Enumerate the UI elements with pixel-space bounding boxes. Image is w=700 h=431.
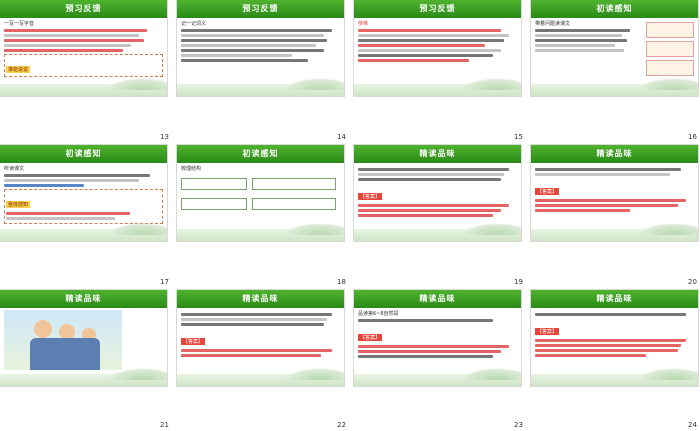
slide-footer (531, 78, 698, 96)
slide-content: 【答案】 (535, 166, 694, 227)
slide-title: 初读感知 (65, 149, 102, 158)
slide-thumbnail[interactable]: 精读品味 【答案】 (177, 290, 344, 386)
slide-footer (354, 78, 521, 96)
slide-thumbnail[interactable]: 预习反馈 记一记词义 (177, 0, 344, 96)
slide-thumbnail[interactable]: 预习反馈 恭维 (354, 0, 521, 96)
slide-content: 【答案】 (181, 311, 340, 372)
slide-number: 24 (688, 421, 697, 429)
answer-tag: 【答案】 (358, 193, 383, 200)
slide-content: 【答案】 (535, 311, 694, 372)
slide-thumbnail[interactable]: 精读品味 品读第6~8自然段 【答案】 (354, 290, 521, 386)
slide-header: 预习反馈 (354, 0, 521, 18)
slide-thumbnail[interactable]: 精读品味 【答案】 (531, 290, 698, 386)
slide-footer (354, 223, 521, 241)
slide-footer (177, 78, 344, 96)
slide-thumbnail[interactable]: 初读感知 听读课文 整体感知 (0, 145, 167, 241)
slide-heading: 恭维 (358, 21, 369, 27)
slide-thumbnail[interactable]: 精读品味 (0, 290, 167, 386)
answer-tag: 【答案】 (358, 334, 383, 341)
slide-footer (354, 368, 521, 386)
slide-number: 16 (688, 133, 697, 141)
slide-heading: 梳理结构 (181, 166, 202, 172)
slide-number: 18 (337, 278, 346, 286)
slide-number: 17 (160, 278, 169, 286)
slide-thumbnail[interactable]: 精读品味 【答案】 (531, 145, 698, 241)
slide-note: 谁能说说 (6, 66, 31, 73)
slide-title: 初读感知 (596, 4, 633, 13)
slide-footer (0, 223, 167, 241)
slide-cards (646, 22, 694, 79)
slide-heading: 记一记词义 (181, 21, 207, 27)
slide-thumbnail[interactable]: 初读感知 梳理结构 (177, 145, 344, 241)
slide-content: 品读第6~8自然段 【答案】 (358, 311, 517, 372)
slide-footer (531, 368, 698, 386)
slide-number: 23 (514, 421, 523, 429)
slide-header: 预习反馈 (177, 0, 344, 18)
slide-thumbnail[interactable]: 精读品味 【答案】 (354, 145, 521, 241)
slide-header: 精读品味 (354, 290, 521, 308)
slide-title: 精读品味 (419, 294, 456, 303)
slide-header: 初读感知 (177, 145, 344, 163)
slide-content: 听读课文 整体感知 (4, 166, 163, 227)
slide-footer (0, 78, 167, 96)
slide-heading: 品读第6~8自然段 (358, 311, 399, 317)
slide-content: 梳理结构 (181, 166, 340, 227)
slide-header: 精读品味 (177, 290, 344, 308)
slide-note: 整体感知 (6, 201, 31, 208)
slide-title: 预习反馈 (65, 4, 102, 13)
answer-tag: 【答案】 (181, 338, 206, 345)
slide-title: 预习反馈 (419, 4, 456, 13)
slide-title: 精读品味 (596, 294, 633, 303)
slide-number: 13 (160, 133, 169, 141)
slide-number: 20 (688, 278, 697, 286)
slide-title: 精读品味 (242, 294, 279, 303)
slide-header: 预习反馈 (0, 0, 167, 18)
slide-content: 记一记词义 (181, 21, 340, 82)
slide-number: 14 (337, 133, 346, 141)
slide-header: 精读品味 (354, 145, 521, 163)
slide-number: 15 (514, 133, 523, 141)
slide-number: 19 (514, 278, 523, 286)
slide-title: 精读品味 (596, 149, 633, 158)
slide-header: 初读感知 (531, 0, 698, 18)
answer-tag: 【答案】 (535, 188, 560, 195)
slide-footer (531, 223, 698, 241)
slide-footer (177, 223, 344, 241)
slide-number: 21 (160, 421, 169, 429)
slide-title: 精读品味 (419, 149, 456, 158)
slide-title: 初读感知 (242, 149, 279, 158)
slide-footer (0, 368, 167, 386)
slide-number: 22 (337, 421, 346, 429)
slide-header: 精读品味 (0, 290, 167, 308)
slide-thumbnail-grid: 预习反馈 一写一写字音 谁能说说 13 预习反馈 记一记词义 预习反馈 恭维 初… (0, 0, 700, 431)
slide-heading: 一写一写字音 (4, 21, 35, 27)
slide-header: 精读品味 (531, 145, 698, 163)
slide-thumbnail[interactable]: 初读感知 带着问题读课文 (531, 0, 698, 96)
slide-heading: 听读课文 (4, 166, 25, 172)
slide-content: 恭维 (358, 21, 517, 82)
slide-content: 一写一写字音 谁能说说 (4, 21, 163, 82)
slide-thumbnail[interactable]: 预习反馈 一写一写字音 谁能说说 (0, 0, 167, 96)
slide-title: 精读品味 (65, 294, 102, 303)
slide-header: 精读品味 (531, 290, 698, 308)
slide-header: 初读感知 (0, 145, 167, 163)
slide-footer (177, 368, 344, 386)
slide-title: 预习反馈 (242, 4, 279, 13)
answer-tag: 【答案】 (535, 328, 560, 335)
slide-content: 【答案】 (358, 166, 517, 227)
family-illustration (4, 310, 122, 370)
